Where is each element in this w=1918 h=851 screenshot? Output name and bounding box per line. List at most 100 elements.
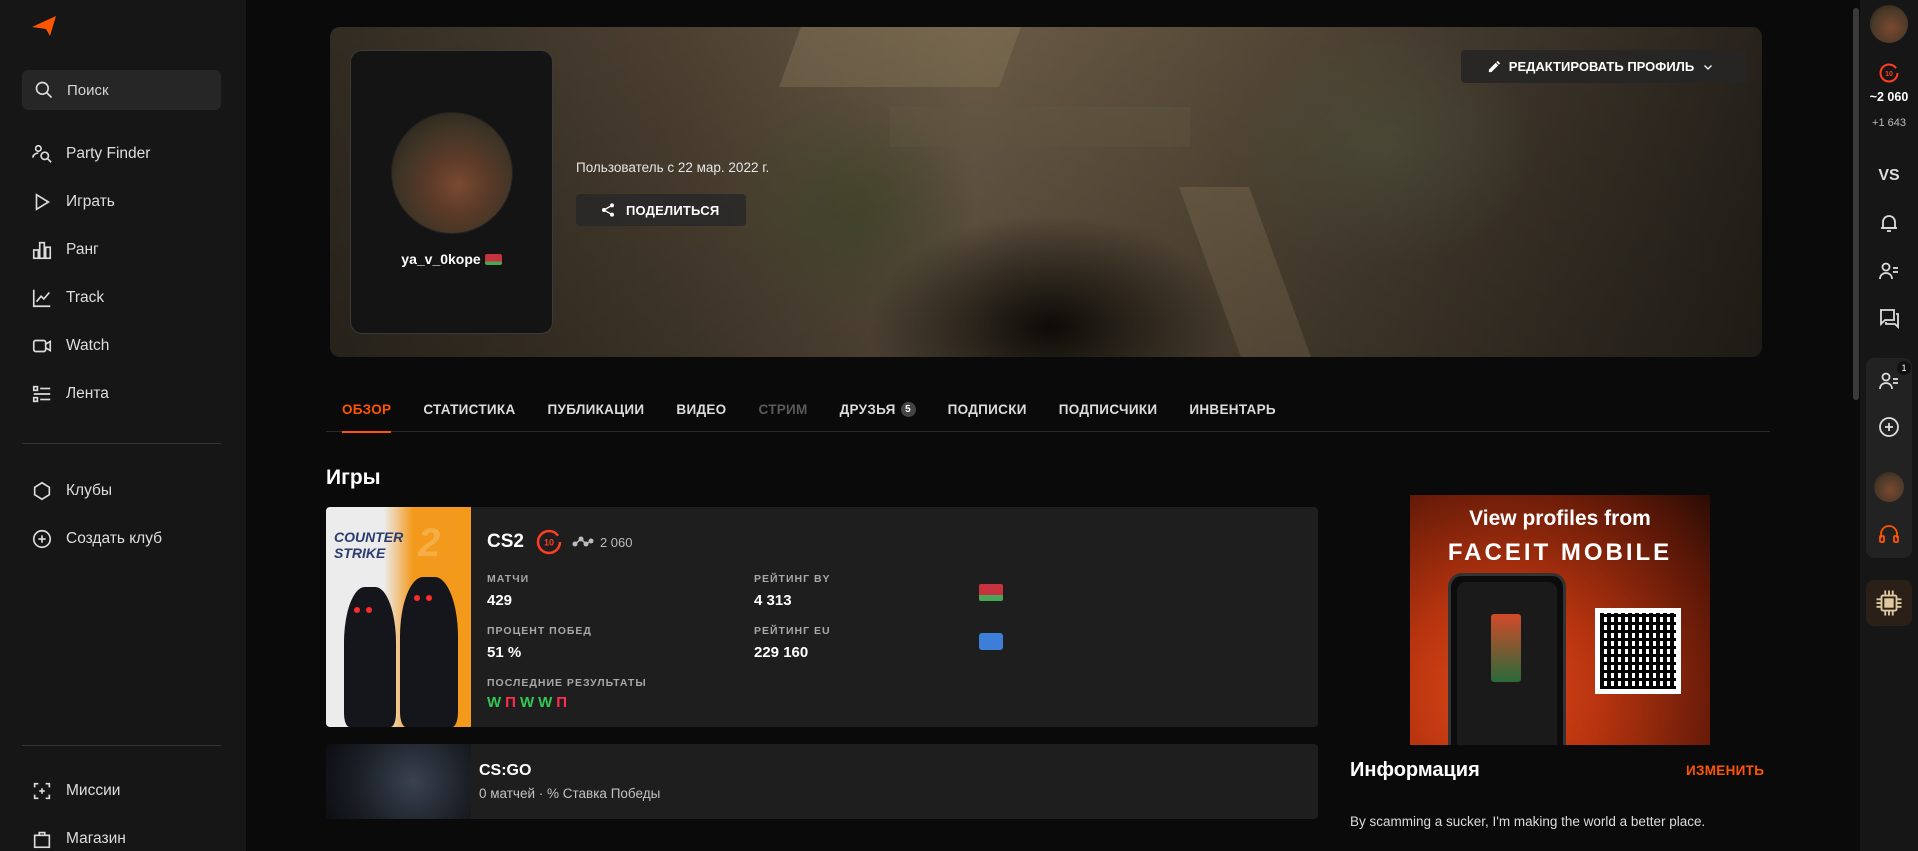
tab-inventory[interactable]: ИНВЕНТАРЬ <box>1189 388 1276 432</box>
versus-button[interactable]: VS <box>1860 167 1918 185</box>
faceit-logo-icon[interactable] <box>32 16 56 36</box>
sidebar-item-watch[interactable]: Watch <box>30 331 109 361</box>
search-label: Поиск <box>67 81 109 99</box>
add-to-party-button[interactable] <box>1877 415 1901 439</box>
level-10-icon: 10 <box>536 529 562 555</box>
soldier-eye <box>354 607 360 613</box>
left-sidebar: Поиск Party Finder Играть Ранг Track Wat… <box>0 0 246 851</box>
party-member-avatar[interactable] <box>1874 472 1904 502</box>
tab-publications[interactable]: ПУБЛИКАЦИИ <box>548 388 645 432</box>
matches-label: МАТЧИ <box>487 573 530 585</box>
feed-icon <box>30 382 54 406</box>
friends-icon <box>1879 262 1898 280</box>
tab-statistics[interactable]: СТАТИСТИКА <box>423 388 515 432</box>
tab-stream[interactable]: СТРИМ <box>758 388 807 432</box>
qr-code <box>1595 608 1681 694</box>
phone-thumbnail <box>1491 614 1521 682</box>
result-win: W <box>538 694 553 711</box>
qr-pattern <box>1600 613 1676 689</box>
cs2-title-text: CS2 <box>487 531 524 552</box>
plus-circle-icon <box>30 527 54 551</box>
sidebar-item-rank[interactable]: Ранг <box>30 235 99 265</box>
winrate-value: 51 % <box>487 644 522 661</box>
sidebar-item-label: Party Finder <box>66 145 151 162</box>
tab-label: СТАТИСТИКА <box>423 402 516 417</box>
elo-graph-icon <box>572 536 594 547</box>
cs2-cover-image: COUNTER STRIKE 2 <box>326 507 471 727</box>
rating-by-value: 4 313 <box>754 592 792 609</box>
csgo-game-card[interactable]: CS:GO 0 матчей · % Ставка Победы <box>326 744 1318 819</box>
watch-icon <box>30 334 54 358</box>
friends-button[interactable] <box>1877 259 1901 283</box>
csgo-title: CS:GO <box>479 762 532 779</box>
sidebar-item-play[interactable]: Играть <box>30 187 115 217</box>
csgo-cover-image <box>326 744 471 819</box>
scrollbar-thumb[interactable] <box>1853 8 1859 400</box>
chevron-down-icon <box>1704 64 1713 70</box>
tab-video[interactable]: ВИДЕО <box>676 388 726 432</box>
tab-overview[interactable]: ОБЗОР <box>342 388 392 433</box>
track-icon <box>30 286 54 310</box>
ad-headline: View profiles from <box>1469 507 1651 530</box>
pencil-icon <box>1488 60 1500 73</box>
user-avatar[interactable] <box>1870 5 1908 43</box>
anti-cheat-button[interactable] <box>1866 580 1912 626</box>
result-win: W <box>519 694 535 711</box>
sidebar-item-missions[interactable]: Миссии <box>30 776 120 806</box>
search-icon <box>35 81 53 99</box>
nickname-text: ya_v_0kope <box>401 251 481 267</box>
cs2-game-card[interactable]: COUNTER STRIKE 2 CS2 10 2 060 МАТЧИ 429 П… <box>326 507 1318 727</box>
games-section-title: Игры <box>326 466 381 489</box>
cs2-cover-logo: COUNTER STRIKE <box>334 529 403 561</box>
sidebar-item-label: Ранг <box>66 241 99 258</box>
elo-value: ~2 060 <box>1869 90 1909 104</box>
cs2-cover-number: 2 <box>418 521 441 565</box>
avatar[interactable] <box>391 112 513 234</box>
headphones-icon <box>1879 525 1899 543</box>
sidebar-item-track[interactable]: Track <box>30 283 104 313</box>
sidebar-item-party-finder[interactable]: Party Finder <box>30 139 150 169</box>
voice-button[interactable] <box>1877 522 1901 546</box>
party-icon <box>1879 372 1898 390</box>
chip-icon <box>1876 590 1902 616</box>
sidebar-divider <box>22 745 221 746</box>
info-description: By scamming a sucker, I'm making the wor… <box>1350 814 1706 829</box>
level-10-icon: 10 <box>1879 63 1899 83</box>
tab-subscribers[interactable]: ПОДПИСЧИКИ <box>1059 388 1158 432</box>
party-button[interactable] <box>1877 369 1901 393</box>
edit-profile-button[interactable]: РЕДАКТИРОВАТЬ ПРОФИЛЬ <box>1461 50 1747 83</box>
phone-screen <box>1457 582 1557 745</box>
info-edit-button[interactable]: ИЗМЕНИТЬ <box>1686 763 1764 778</box>
tab-label: ПОДПИСКИ <box>947 402 1027 417</box>
winrate-label: ПРОЦЕНТ ПОБЕД <box>487 625 592 637</box>
notifications-button[interactable] <box>1877 211 1901 235</box>
sidebar-item-feed[interactable]: Лента <box>30 379 109 409</box>
sidebar-item-label: Клубы <box>66 482 113 499</box>
faceit-mobile-ad[interactable]: View profiles from FACEIT MOBILE <box>1410 495 1710 745</box>
chat-button[interactable] <box>1877 306 1901 330</box>
sidebar-item-label: Миссии <box>66 782 121 799</box>
share-label: ПОДЕЛИТЬСЯ <box>626 202 720 218</box>
member-since: Пользователь с 22 мар. 2022 г. <box>576 160 770 175</box>
search-button[interactable]: Поиск <box>22 70 221 110</box>
level-text: 10 <box>1885 71 1893 78</box>
share-button[interactable]: ПОДЕЛИТЬСЯ <box>576 194 746 226</box>
share-icon <box>602 203 614 217</box>
soldier-eye <box>426 595 432 601</box>
sidebar-item-clubs[interactable]: Клубы <box>30 476 112 506</box>
recent-results-label: ПОСЛЕДНИЕ РЕЗУЛЬТАТЫ <box>487 677 647 689</box>
plus-circle-icon <box>1879 417 1899 437</box>
level-text: 10 <box>544 538 554 548</box>
avatar-card: ya_v_0kope <box>350 50 553 334</box>
cover-text: STRIKE <box>334 545 386 561</box>
sidebar-divider <box>22 443 221 444</box>
ad-brand: FACEIT MOBILE <box>1447 539 1673 566</box>
nickname: ya_v_0kope <box>351 251 552 267</box>
tab-label: ПУБЛИКАЦИИ <box>547 402 645 417</box>
sidebar-item-create-club[interactable]: Создать клуб <box>30 524 162 554</box>
rating-eu-label: РЕЙТИНГ EU <box>754 625 831 637</box>
tab-friends[interactable]: ДРУЗЬЯ 5 <box>840 388 916 432</box>
tab-label: ИНВЕНТАРЬ <box>1189 402 1276 417</box>
sidebar-item-shop[interactable]: Магазин <box>30 824 126 851</box>
tab-subscriptions[interactable]: ПОДПИСКИ <box>948 388 1027 432</box>
